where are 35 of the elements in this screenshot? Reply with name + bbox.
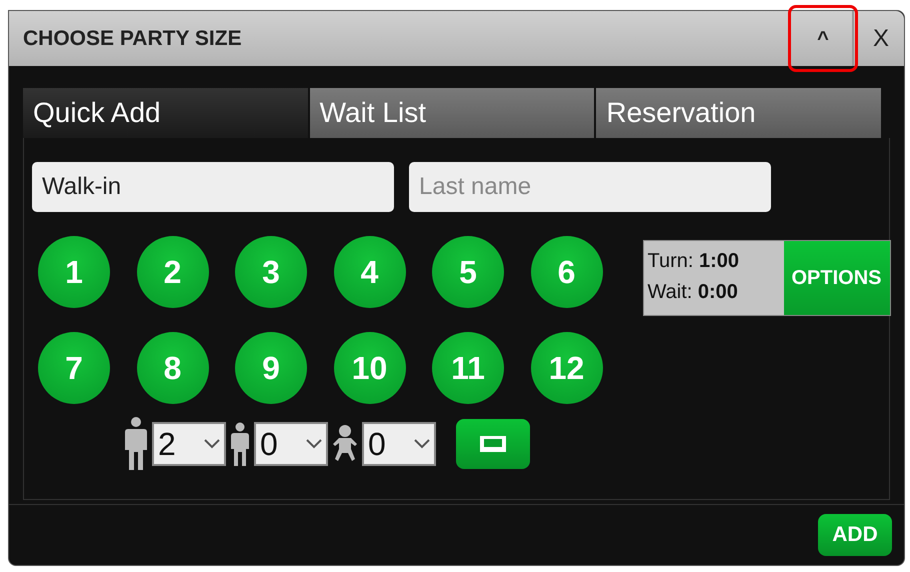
party-size-button[interactable]: 8 [136, 332, 208, 404]
child-icon [230, 422, 250, 466]
party-size-button[interactable]: 6 [530, 236, 602, 308]
turn-text: Turn: 1:00 [648, 249, 740, 274]
tab[interactable]: Quick Add [23, 88, 310, 138]
party-size-button[interactable]: 4 [334, 236, 406, 308]
add-button[interactable]: ADD [818, 514, 892, 556]
chevron-icon [306, 439, 322, 449]
party-size-button[interactable]: 9 [235, 332, 307, 404]
last-name-field[interactable]: Last name [409, 162, 771, 212]
wait-text: Wait: 0:00 [648, 280, 739, 305]
chevron-icon [204, 439, 220, 449]
first-name-field[interactable]: Walk-in [32, 162, 394, 212]
chevron-icon [414, 439, 430, 449]
tab[interactable]: Wait List [310, 88, 596, 138]
adult-icon [124, 416, 148, 472]
screen-button[interactable] [456, 419, 530, 469]
party-size-button[interactable]: 7 [38, 332, 110, 404]
minimize-button[interactable]: ^ [794, 11, 854, 66]
party-size-button[interactable]: 12 [530, 332, 602, 404]
options-button[interactable]: OPTIONS [784, 241, 890, 315]
guest-count-select[interactable]: 0 [362, 422, 436, 466]
guest-count-select[interactable]: 2 [152, 422, 226, 466]
party-size-button[interactable]: 11 [432, 332, 504, 404]
party-size-button[interactable]: 10 [334, 332, 406, 404]
guest-count-select[interactable]: 0 [254, 422, 328, 466]
party-size-button[interactable]: 1 [38, 236, 110, 308]
infant-icon [332, 424, 358, 464]
party-size-button[interactable]: 5 [432, 236, 504, 308]
close-button[interactable]: X [858, 11, 904, 66]
tab[interactable]: Reservation [596, 88, 884, 138]
party-size-button[interactable]: 3 [235, 236, 307, 308]
window-title: CHOOSE PARTY SIZE [23, 26, 243, 52]
screen-icon [478, 434, 508, 454]
party-size-button[interactable]: 2 [136, 236, 208, 308]
